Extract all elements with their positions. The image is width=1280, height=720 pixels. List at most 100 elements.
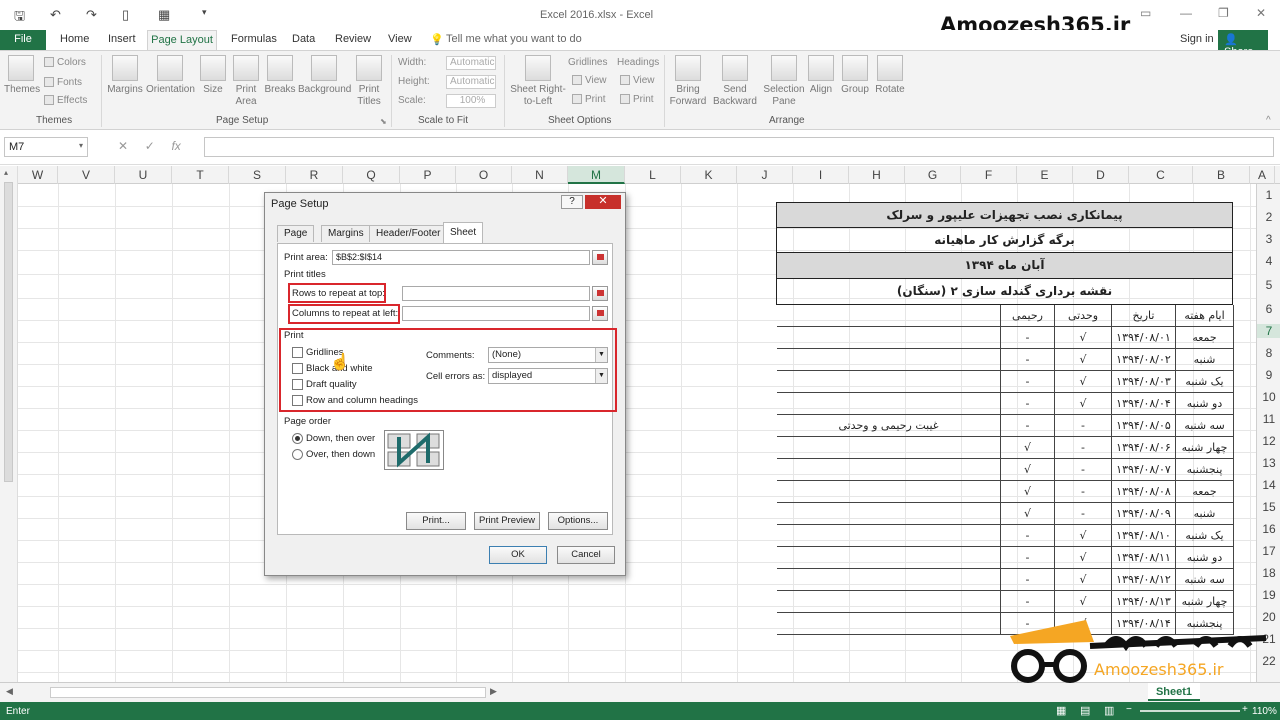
ok-button[interactable]: OK [489, 546, 547, 564]
report-title-company[interactable]: پیمانکاری نصب تجهیزات علیپور و سرلک [776, 202, 1233, 228]
formula-input[interactable] [204, 137, 1274, 157]
redo-icon[interactable]: ↷ [86, 7, 97, 23]
tab-margins[interactable]: Margins [321, 225, 371, 242]
scale-spinner[interactable]: 100% [446, 94, 496, 108]
table-cell-vahdati[interactable]: √ [1055, 327, 1112, 349]
column-header-w[interactable]: W [18, 166, 58, 184]
tab-data[interactable]: Data [292, 33, 315, 45]
undo-icon[interactable]: ↶ [50, 7, 61, 23]
print-area-button[interactable]: Print Area [230, 55, 262, 108]
height-combo[interactable]: Automatic [446, 75, 496, 89]
table-header-vahdati[interactable]: وحدتی [1055, 305, 1112, 327]
name-box[interactable]: M7 ▾ [4, 137, 88, 157]
row-header-6[interactable]: 6 [1257, 302, 1280, 316]
group-button[interactable]: Group [838, 55, 872, 96]
table-cell-vahdati[interactable]: √ [1055, 591, 1112, 613]
table-cell-vahdati[interactable]: √ [1055, 393, 1112, 415]
table-cell-note[interactable] [777, 525, 1001, 547]
themes-button[interactable]: Themes [4, 55, 40, 96]
sheet-rtl-button[interactable]: Sheet Right-to-Left [510, 55, 566, 108]
table-cell-note[interactable] [777, 569, 1001, 591]
table-cell-note[interactable] [777, 327, 1001, 349]
cell-errors-select[interactable]: displayed ▼ [488, 368, 608, 384]
comments-select[interactable]: (None) ▼ [488, 347, 608, 363]
row-header-18[interactable]: 18 [1257, 566, 1280, 580]
tab-home[interactable]: Home [60, 33, 89, 45]
quick-access-icon[interactable]: ▦ [158, 7, 170, 23]
table-cell-rahimi[interactable]: - [1001, 393, 1055, 415]
options-button[interactable]: Options... [548, 512, 608, 530]
table-cell-rahimi[interactable]: - [1001, 371, 1055, 393]
row-header-13[interactable]: 13 [1257, 456, 1280, 470]
table-cell-date[interactable]: ۱۳۹۴/۰۸/۰۱ [1112, 327, 1176, 349]
print-area-collapse-icon[interactable] [592, 250, 608, 265]
width-combo[interactable]: Automatic [446, 56, 496, 70]
draft-quality-checkbox[interactable] [292, 379, 303, 390]
table-cell-day[interactable]: سه شنبه [1176, 569, 1234, 591]
row-header-12[interactable]: 12 [1257, 434, 1280, 448]
table-cell-date[interactable]: ۱۳۹۴/۰۸/۰۳ [1112, 371, 1176, 393]
table-cell-day[interactable]: دو شنبه [1176, 393, 1234, 415]
table-cell-vahdati[interactable]: - [1055, 437, 1112, 459]
table-cell-day[interactable]: جمعه [1176, 327, 1234, 349]
table-cell-date[interactable]: ۱۳۹۴/۰۸/۱۲ [1112, 569, 1176, 591]
row-header-7[interactable]: 7 [1257, 324, 1280, 338]
background-button[interactable]: Background [298, 55, 351, 96]
row-header-1[interactable]: 1 [1257, 188, 1280, 202]
table-cell-note[interactable] [777, 613, 1001, 635]
rotate-button[interactable]: Rotate [874, 55, 906, 96]
fonts-button[interactable]: Fonts [44, 77, 82, 88]
insert-function-icon[interactable]: fx [171, 139, 180, 153]
table-cell-vahdati[interactable]: √ [1055, 547, 1112, 569]
horizontal-scrollbar[interactable] [50, 687, 486, 698]
table-cell-note[interactable] [777, 481, 1001, 503]
table-cell-note[interactable] [777, 437, 1001, 459]
table-cell-vahdati[interactable]: √ [1055, 525, 1112, 547]
down-then-over-radio[interactable] [292, 433, 303, 444]
table-cell-vahdati[interactable]: - [1055, 503, 1112, 525]
row-header-4[interactable]: 4 [1257, 254, 1280, 268]
row-header-10[interactable]: 10 [1257, 390, 1280, 404]
row-header-19[interactable]: 19 [1257, 588, 1280, 602]
table-cell-rahimi[interactable]: - [1001, 349, 1055, 371]
rows-repeat-collapse-icon[interactable] [592, 286, 608, 301]
column-header-c[interactable]: C [1129, 166, 1193, 184]
table-cell-date[interactable]: ۱۳۹۴/۰۸/۰۴ [1112, 393, 1176, 415]
table-header-day[interactable]: ایام هفته [1176, 305, 1234, 327]
chevron-down-icon[interactable]: ▼ [595, 348, 607, 362]
table-cell-date[interactable]: ۱۳۹۴/۰۸/۱۰ [1112, 525, 1176, 547]
row-header-9[interactable]: 9 [1257, 368, 1280, 382]
column-header-b[interactable]: B [1193, 166, 1250, 184]
column-header-n[interactable]: N [512, 166, 568, 184]
headings-print-check[interactable]: Print [620, 94, 654, 105]
table-cell-day[interactable]: یک شنبه [1176, 525, 1234, 547]
print-titles-button[interactable]: Print Titles [354, 55, 384, 108]
column-header-m[interactable]: M [568, 166, 625, 184]
column-header-i[interactable]: I [793, 166, 849, 184]
row-header-14[interactable]: 14 [1257, 478, 1280, 492]
table-cell-vahdati[interactable]: - [1055, 459, 1112, 481]
tell-me-box[interactable]: Tell me what you want to do [446, 33, 582, 45]
customize-qat-icon[interactable]: ▾ [202, 7, 207, 18]
table-cell-day[interactable]: سه شنبه [1176, 415, 1234, 437]
tab-header-footer[interactable]: Header/Footer [369, 225, 448, 242]
column-header-u[interactable]: U [115, 166, 172, 184]
report-title-monthly[interactable]: برگه گزارش کار ماهیانه [776, 227, 1233, 253]
column-header-l[interactable]: L [625, 166, 681, 184]
table-cell-rahimi[interactable]: √ [1001, 437, 1055, 459]
column-header-q[interactable]: Q [343, 166, 400, 184]
dialog-close-button[interactable]: ✕ [585, 195, 621, 209]
row-header-15[interactable]: 15 [1257, 500, 1280, 514]
print-area-input[interactable]: $B$2:$I$14 [332, 250, 590, 265]
row-header-3[interactable]: 3 [1257, 232, 1280, 246]
normal-view-icon[interactable]: ▦ [1056, 704, 1066, 717]
table-cell-day[interactable]: چهار شنبه [1176, 591, 1234, 613]
table-cell-vahdati[interactable]: - [1055, 415, 1112, 437]
name-box-dropdown-icon[interactable]: ▾ [79, 141, 83, 150]
table-cell-day[interactable]: جمعه [1176, 481, 1234, 503]
column-header-d[interactable]: D [1073, 166, 1129, 184]
margins-button[interactable]: Margins [106, 55, 144, 96]
row-header-5[interactable]: 5 [1257, 278, 1280, 292]
report-title-project[interactable]: نقشه برداری گندله سازی ۲ (سنگان) [776, 278, 1233, 305]
table-cell-date[interactable]: ۱۳۹۴/۰۸/۰۷ [1112, 459, 1176, 481]
